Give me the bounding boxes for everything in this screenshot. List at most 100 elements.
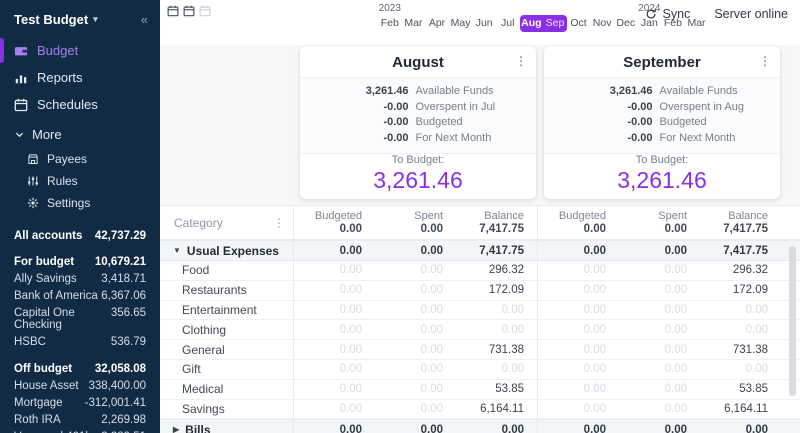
month-sep-button[interactable]: Sep [543,15,567,32]
balance-cell[interactable]: 53.85 [456,383,537,395]
balance-cell[interactable]: 0.00 [456,424,537,433]
budgeted-cell[interactable]: 0.00 [294,264,375,276]
budgeted-cell[interactable]: 0.00 [538,304,619,316]
sidebar-item-settings[interactable]: Settings [0,192,160,214]
account-row-vanguard-401k[interactable]: Vanguard 401k3,389.51 [0,428,160,433]
balance-cell[interactable]: 6,164.11 [456,403,537,415]
budgeted-cell[interactable]: 0.00 [538,363,619,375]
balance-cell[interactable]: 172.09 [456,284,537,296]
account-row-capital-one-checking[interactable]: Capital One Checking356.65 [0,304,160,333]
account-row-mortgage[interactable]: Mortgage-312,001.41 [0,394,160,411]
month-aug-button[interactable]: Aug [520,15,544,32]
category-name[interactable]: Food [160,261,293,280]
spent-cell[interactable]: 0.00 [619,284,700,296]
category-group-name[interactable]: ▶Bills [160,420,293,433]
column-header-spent[interactable]: Spent0.00 [619,206,700,239]
spent-cell[interactable]: 0.00 [619,245,700,257]
balance-cell[interactable]: 0.00 [456,363,537,375]
spent-cell[interactable]: 0.00 [619,344,700,356]
balance-cell[interactable]: 0.00 [700,304,781,316]
budgeted-cell[interactable]: 0.00 [294,245,375,257]
budgeted-cell[interactable]: 0.00 [294,304,375,316]
budgeted-cell[interactable]: 0.00 [538,344,619,356]
column-header-budgeted[interactable]: Budgeted0.00 [294,206,375,239]
balance-cell[interactable]: 0.00 [700,363,781,375]
spent-cell[interactable]: 0.00 [375,383,456,395]
month-oct-button[interactable]: Oct [567,15,591,32]
spent-cell[interactable]: 0.00 [375,304,456,316]
server-status-button[interactable]: Server online [714,7,788,21]
spent-cell[interactable]: 0.00 [375,344,456,356]
budgeted-cell[interactable]: 0.00 [294,424,375,433]
spent-cell[interactable]: 0.00 [375,264,456,276]
spent-cell[interactable]: 0.00 [375,363,456,375]
sidebar-more-toggle[interactable]: More [0,118,160,148]
budgeted-cell[interactable]: 0.00 [538,284,619,296]
spent-cell[interactable]: 0.00 [619,383,700,395]
spent-cell[interactable]: 0.00 [619,363,700,375]
budgeted-cell[interactable]: 0.00 [538,383,619,395]
budgeted-cell[interactable]: 0.00 [538,245,619,257]
spent-cell[interactable]: 0.00 [375,324,456,336]
sidebar-item-budget[interactable]: Budget [0,37,160,64]
balance-cell[interactable]: 6,164.11 [700,403,781,415]
budgeted-cell[interactable]: 0.00 [294,383,375,395]
balance-cell[interactable]: 7,417.75 [456,245,537,257]
expander-expanded-icon[interactable]: ▼ [173,246,181,255]
balance-cell[interactable]: 0.00 [700,424,781,433]
budgeted-cell[interactable]: 0.00 [294,344,375,356]
balance-cell[interactable]: 172.09 [700,284,781,296]
spent-cell[interactable]: 0.00 [375,284,456,296]
column-header-budgeted[interactable]: Budgeted0.00 [538,206,619,239]
budgeted-cell[interactable]: 0.00 [538,324,619,336]
budgeted-cell[interactable]: 0.00 [294,363,375,375]
account-row-house-asset[interactable]: House Asset338,400.00 [0,377,160,394]
spent-cell[interactable]: 0.00 [619,324,700,336]
budget-file-switcher[interactable]: Test Budget ▾ [14,12,98,27]
expander-collapsed-icon[interactable]: ▶ [173,425,179,433]
to-budget-value[interactable]: 3,261.46 [617,167,707,194]
category-name[interactable]: Restaurants [160,281,293,300]
balance-cell[interactable]: 296.32 [456,264,537,276]
balance-cell[interactable]: 7,417.75 [700,245,781,257]
spent-cell[interactable]: 0.00 [375,245,456,257]
category-name[interactable]: Medical [160,380,293,399]
spent-cell[interactable]: 0.00 [619,424,700,433]
month-feb-button[interactable]: Feb [378,15,402,32]
sidebar-item-reports[interactable]: Reports [0,64,160,91]
month-card-menu-kebab-icon[interactable]: ⋮ [759,55,771,67]
account-group-header-off-budget[interactable]: Off budget32,058.08 [0,360,160,377]
budgeted-cell[interactable]: 0.00 [294,324,375,336]
account-group-header-for-budget[interactable]: For budget10,679.21 [0,253,160,270]
column-header-balance[interactable]: Balance7,417.75 [700,206,781,239]
category-group-name[interactable]: ▼Usual Expenses [160,241,293,260]
month-apr-button[interactable]: Apr [425,15,449,32]
3-month-view-button[interactable] [199,4,211,16]
budgeted-cell[interactable]: 0.00 [294,403,375,415]
balance-cell[interactable]: 0.00 [700,324,781,336]
sync-button[interactable]: Sync [645,7,691,21]
table-scrollbar[interactable] [789,246,796,396]
all-accounts-row[interactable]: All accounts42,737.29 [0,227,160,244]
sidebar-item-payees[interactable]: Payees [0,148,160,170]
account-row-ally-savings[interactable]: Ally Savings3,418.71 [0,270,160,287]
balance-cell[interactable]: 0.00 [456,304,537,316]
month-jul-button[interactable]: Jul [496,15,520,32]
sidebar-item-rules[interactable]: Rules [0,170,160,192]
balance-cell[interactable]: 731.38 [456,344,537,356]
spent-cell[interactable]: 0.00 [375,424,456,433]
1-month-view-button[interactable] [167,4,179,16]
month-card-menu-kebab-icon[interactable]: ⋮ [515,55,527,67]
month-jun-button[interactable]: Jun [472,15,496,32]
account-row-hsbc[interactable]: HSBC536.79 [0,333,160,350]
category-name[interactable]: Entertainment [160,301,293,320]
month-may-button[interactable]: May [449,15,473,32]
balance-cell[interactable]: 53.85 [700,383,781,395]
2-month-view-button[interactable] [183,4,195,16]
to-budget-value[interactable]: 3,261.46 [373,167,463,194]
spent-cell[interactable]: 0.00 [619,264,700,276]
column-header-balance[interactable]: Balance7,417.75 [456,206,537,239]
month-nov-button[interactable]: Nov [590,15,614,32]
category-name[interactable]: Gift [160,360,293,379]
category-name[interactable]: Clothing [160,320,293,339]
